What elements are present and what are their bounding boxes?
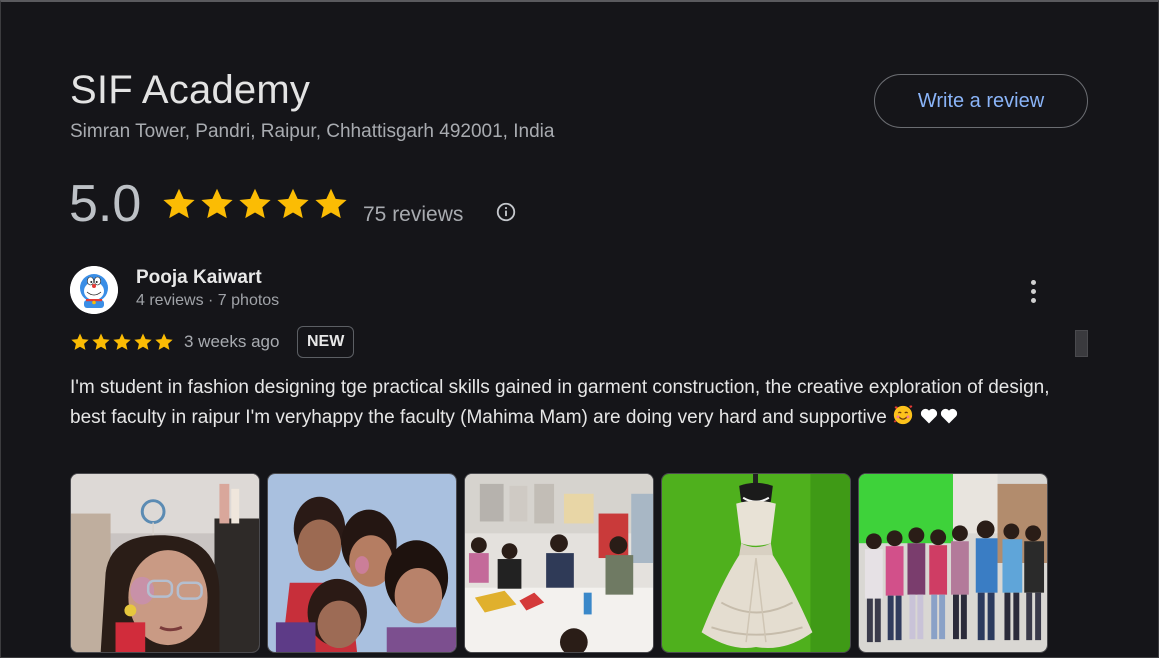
write-review-button[interactable]: Write a review — [874, 74, 1088, 128]
white-heart-icon — [941, 408, 958, 424]
star-icon — [277, 188, 309, 219]
photo-selfie-girl — [71, 474, 259, 652]
avatar[interactable] — [70, 266, 118, 314]
photo-classroom — [465, 474, 653, 652]
reviewer-name[interactable]: Pooja Kaiwart — [136, 267, 262, 289]
review-photos — [70, 473, 1048, 653]
reviewer-meta: 4 reviews · 7 photos — [136, 292, 280, 309]
white-heart-icon — [921, 408, 938, 424]
review-photo[interactable] — [661, 473, 851, 653]
star-icon — [113, 333, 131, 350]
overall-star-rating — [161, 186, 349, 222]
star-icon — [71, 333, 89, 350]
reviews-panel: SIF Academy Simran Tower, Pandri, Raipur… — [0, 0, 1159, 658]
photo-white-gown — [662, 474, 850, 652]
star-icon — [92, 333, 110, 350]
review-photo[interactable] — [858, 473, 1048, 653]
photo-group-students — [859, 474, 1047, 652]
photo-group-selfie — [268, 474, 456, 652]
star-icon — [239, 188, 271, 219]
scrollbar-thumb[interactable] — [1075, 330, 1088, 357]
review-text: I'm student in fashion designing tge pra… — [70, 373, 1060, 433]
review-photo[interactable] — [464, 473, 654, 653]
review-time: 3 weeks ago — [184, 332, 280, 351]
review-photo[interactable] — [70, 473, 260, 653]
star-icon — [201, 188, 233, 219]
review-photo[interactable] — [267, 473, 457, 653]
info-icon[interactable] — [495, 201, 517, 223]
new-badge: NEW — [297, 326, 355, 358]
overall-rating: 5.0 — [69, 175, 142, 233]
reviews-count[interactable]: 75 reviews — [363, 203, 463, 227]
star-icon — [134, 333, 152, 350]
business-address: Simran Tower, Pandri, Raipur, Chhattisga… — [70, 121, 555, 142]
review-star-rating — [70, 332, 174, 352]
smiling-face-with-hearts-icon — [893, 405, 913, 425]
star-icon — [163, 188, 195, 219]
business-name: SIF Academy — [70, 68, 311, 112]
star-icon — [155, 333, 173, 350]
more-options-icon[interactable] — [1018, 274, 1048, 308]
star-icon — [315, 188, 347, 219]
